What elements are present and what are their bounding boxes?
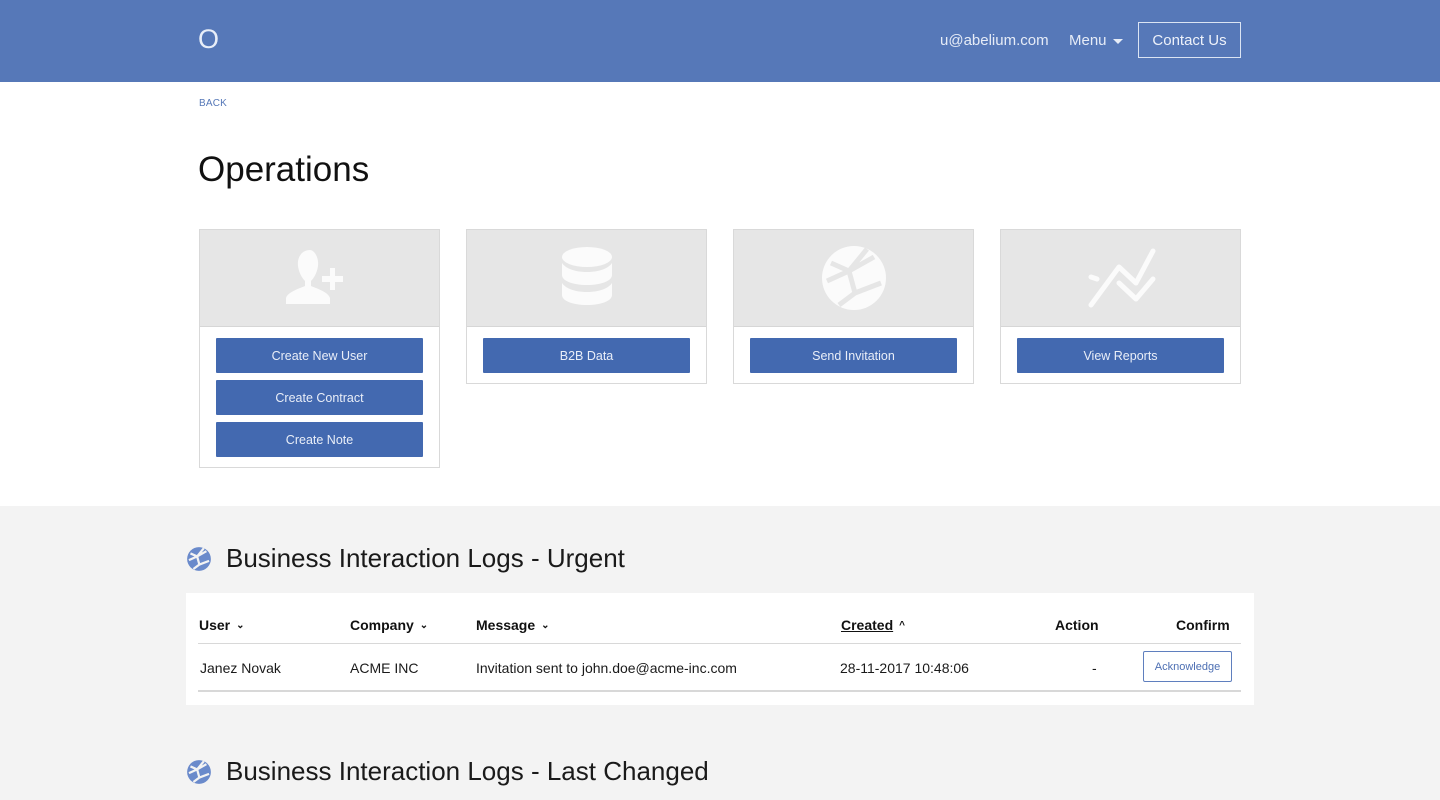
chevron-up-icon: ^ xyxy=(899,619,905,631)
urgent-logs-title: Business Interaction Logs - Urgent xyxy=(226,543,625,573)
back-link[interactable]: BACK xyxy=(199,98,227,109)
chevron-down-icon: ⌄ xyxy=(236,619,245,631)
create-new-user-button[interactable]: Create New User xyxy=(216,338,423,373)
card-icon-area xyxy=(467,230,706,327)
card-icon-area xyxy=(734,230,973,327)
b2b-data-button[interactable]: B2B Data xyxy=(483,338,690,373)
card-b2b-data: B2B Data xyxy=(466,229,707,384)
add-user-icon xyxy=(285,250,343,304)
card-users: Create New User Create Contract Create N… xyxy=(199,229,440,468)
caret-down-icon xyxy=(1112,38,1123,44)
database-icon xyxy=(561,247,612,305)
column-label: Created xyxy=(841,617,894,633)
card-icon-area xyxy=(200,230,439,327)
chevron-down-icon: ⌄ xyxy=(419,619,429,631)
last-changed-logs-title: Business Interaction Logs - Last Changed xyxy=(226,756,709,786)
row-divider xyxy=(198,690,1241,692)
globe-icon xyxy=(187,759,211,784)
column-header-created[interactable]: Created ^ xyxy=(841,617,905,633)
column-label: Company xyxy=(350,617,414,633)
send-invitation-button[interactable]: Send Invitation xyxy=(750,338,957,373)
cell-user: Janez Novak xyxy=(200,660,281,676)
column-header-message[interactable]: Message ⌄ xyxy=(476,617,550,633)
last-changed-logs-heading: Business Interaction Logs - Last Changed xyxy=(186,756,709,787)
column-header-action: Action xyxy=(1055,617,1099,633)
create-note-button[interactable]: Create Note xyxy=(216,422,423,457)
menu-label: Menu xyxy=(1069,32,1107,49)
user-email[interactable]: u@abelium.com xyxy=(940,32,1049,49)
cell-company: ACME INC xyxy=(350,660,419,676)
logo[interactable]: O xyxy=(198,24,219,55)
contact-us-button[interactable]: Contact Us xyxy=(1138,22,1241,58)
cell-created: 28-11-2017 10:48:06 xyxy=(840,660,969,676)
urgent-logs-heading: Business Interaction Logs - Urgent xyxy=(186,543,625,574)
chevron-down-icon: ⌄ xyxy=(541,619,550,631)
cell-message: Invitation sent to john.doe@acme-inc.com xyxy=(476,660,737,676)
globe-icon xyxy=(821,246,886,310)
acknowledge-button[interactable]: Acknowledge xyxy=(1143,651,1232,682)
column-header-user[interactable]: User ⌄ xyxy=(199,617,245,633)
globe-icon xyxy=(187,546,211,571)
card-invitation: Send Invitation xyxy=(733,229,974,384)
column-label: User xyxy=(199,617,231,633)
header-divider xyxy=(198,643,1241,644)
create-contract-button[interactable]: Create Contract xyxy=(216,380,423,415)
card-icon-area xyxy=(1001,230,1240,327)
column-label: Confirm xyxy=(1176,617,1230,633)
urgent-logs-table: User ⌄ Company ⌄ Message ⌄ Created ^ Act… xyxy=(186,593,1254,705)
card-reports: View Reports xyxy=(1000,229,1241,384)
view-reports-button[interactable]: View Reports xyxy=(1017,338,1224,373)
column-label: Action xyxy=(1055,617,1099,633)
chart-line-icon xyxy=(1088,248,1155,308)
top-navbar: O u@abelium.com Menu Contact Us xyxy=(0,0,1440,82)
column-header-confirm: Confirm xyxy=(1176,617,1230,633)
cell-action: - xyxy=(1092,660,1097,676)
column-header-company[interactable]: Company ⌄ xyxy=(350,617,428,633)
page-title: Operations xyxy=(198,150,370,189)
column-label: Message xyxy=(476,617,536,633)
menu-dropdown[interactable]: Menu xyxy=(1069,32,1123,49)
